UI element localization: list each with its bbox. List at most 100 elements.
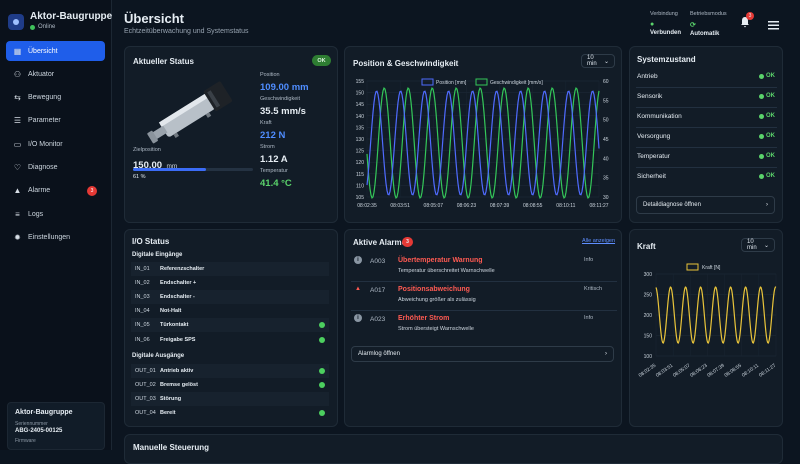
io-row: IN_05 Türkontakt <box>131 318 329 333</box>
io-row: IN_04 Not-Halt <box>131 304 329 318</box>
force-range-select[interactable]: 10 min ⌄ <box>741 238 775 252</box>
system-item-label: Versorgung <box>637 133 671 140</box>
system-panel: Systemzustand Antrieb OK Sensorik OK Kommuni… <box>629 46 783 223</box>
sidebar-item-logs[interactable]: ≡ Logs <box>6 204 105 224</box>
sync-icon: ⟳ <box>690 22 696 29</box>
legend-force-label: Kraft [N] <box>702 265 721 271</box>
progress-label: 61 % <box>133 174 146 180</box>
alarm-item[interactable]: i A003 Übertemperatur Warnung Temperatur üb… <box>345 255 623 281</box>
io-name: Referenzschalter <box>160 266 205 272</box>
target-label: Zielposition <box>133 147 161 153</box>
sidebar-item--bersicht[interactable]: ▦ Übersicht <box>6 41 105 61</box>
alarm-level: Kritisch <box>584 286 603 292</box>
x-tick: 08:06:23 <box>689 363 709 379</box>
io-name: Bereit <box>160 410 176 417</box>
diagnose-button[interactable]: Detaildiagnose öffnen › <box>636 196 775 214</box>
io-row: IN_03 Endschalter - <box>131 290 329 305</box>
hamburger-icon <box>768 21 779 30</box>
alarm-level: Info <box>584 257 594 263</box>
x-tick: 08:02:35 <box>638 363 658 379</box>
alarm-description: Abweichung größer als zulässig <box>398 297 476 303</box>
alarms-title: Aktive Alarme <box>353 238 407 247</box>
mode-value: ⟳ Automatik <box>690 21 719 37</box>
sidebar-item-i-o-monitor[interactable]: ▭ I/O Monitor <box>6 134 105 154</box>
nodes-icon: ⚇ <box>13 69 22 79</box>
led-on-icon <box>319 368 325 374</box>
status-ok: OK <box>759 73 775 79</box>
y-tick-left: 145 <box>356 102 365 108</box>
status-ok: OK <box>759 153 775 159</box>
force-panel: Kraft 10 min ⌄ 300 250 200 150 100 08:02:35 08:… <box>629 229 783 427</box>
x-tick: 08:11:27 <box>758 363 777 379</box>
divider <box>636 107 777 108</box>
system-item: Kommunikation OK <box>637 112 775 122</box>
sidebar-item-label: Bewegung <box>28 94 62 102</box>
io-name: Endschalter + <box>160 280 197 287</box>
alarm-title: Erhöhter Strom <box>398 315 450 322</box>
serial-label: Seriennummer <box>15 421 48 427</box>
io-row: IN_02 Endschalter + <box>131 276 329 290</box>
x-tick: 08:11:27 <box>589 203 608 209</box>
grid-icon: ▦ <box>13 46 22 56</box>
sidebar-item-alarme[interactable]: ▲ Alarme 3 <box>6 181 105 201</box>
sidebar-item-aktuator[interactable]: ⚇ Aktuator <box>6 64 105 84</box>
y-tick-left: 115 <box>356 172 364 178</box>
temperature-label: Temperatur <box>260 168 288 174</box>
x-tick: 08:02:35 <box>357 203 377 209</box>
legend-force-swatch <box>686 263 699 271</box>
legend-speed-label: Geschwindigkeit [mm/s] <box>490 80 543 86</box>
outputs-title: Digitale Ausgänge <box>132 353 185 359</box>
show-all-link[interactable]: Alle anzeigen <box>582 238 615 244</box>
system-item-label: Sicherheit <box>637 173 666 180</box>
sidebar-item-einstellungen[interactable]: ✹ Einstellungen <box>6 227 105 247</box>
sidebar-item-label: Alarme <box>28 187 51 195</box>
connection-text: Verbunden <box>650 30 682 36</box>
force-value: 212 N <box>260 130 286 141</box>
chevron-down-icon: ⌄ <box>763 242 769 249</box>
online-dot-icon <box>30 24 35 30</box>
manual-control-panel: Manuelle Steuerung <box>124 434 783 464</box>
io-name: Bremse gelöst <box>160 382 198 389</box>
led-on-icon <box>319 322 325 329</box>
move-icon: ⇆ <box>14 93 21 103</box>
x-tick: 08:03:51 <box>390 203 410 209</box>
current-label: Strom <box>260 144 275 150</box>
y-tick: 200 <box>644 313 653 319</box>
y-tick-right: 60 <box>603 79 609 85</box>
range-text: 10 min <box>587 55 597 67</box>
y-tick-left: 120 <box>356 160 365 166</box>
legend-speed-swatch <box>475 78 488 86</box>
position-range-select[interactable]: 10 min ⌄ <box>581 54 615 68</box>
sidebar-item-label: Übersicht <box>28 47 58 55</box>
alarm-item[interactable]: i A023 Erhöhter Strom Strom übersteigt Warn… <box>345 313 623 339</box>
io-row: IN_01 Referenzschalter <box>131 262 329 276</box>
status-ok: OK <box>759 173 775 179</box>
alarm-item[interactable]: ▲ A017 Positionsabweichung Abweichung größe… <box>345 284 623 310</box>
sidebar-item-bewegung[interactable]: ⇆ Bewegung <box>6 88 105 108</box>
io-row: OUT_02 Bremse gelöst <box>131 378 329 392</box>
ok-icon <box>759 113 764 119</box>
brand: Aktor-Baugruppe Online <box>8 11 112 35</box>
menu-button[interactable] <box>768 17 779 30</box>
y-tick-left: 155 <box>356 79 365 85</box>
alarmlog-button[interactable]: Alarmlog öffnen › <box>351 346 614 362</box>
position-chart: 155 150 145 140 135 130 125 120 115 110 105 60 55 50 4… <box>356 78 609 209</box>
io-row: OUT_01 Antrieb aktiv <box>131 364 329 378</box>
sidebar-item-label: Einstellungen <box>28 233 71 241</box>
mode-label: Betriebsmodus <box>690 11 727 17</box>
divider <box>351 310 617 311</box>
y-tick: 250 <box>644 293 653 299</box>
x-tick: 08:07:39 <box>706 363 726 379</box>
progress-fill <box>133 168 207 171</box>
io-id: IN_01 <box>135 266 150 272</box>
y-tick-left: 105 <box>356 195 365 201</box>
connection-status: Online <box>30 24 55 30</box>
status-panel: Aktueller Status OK Position 109.00 mm G… <box>124 46 338 223</box>
notifications-button[interactable]: 3 <box>739 12 754 29</box>
y-tick: 100 <box>644 354 653 360</box>
sidebar-item-parameter[interactable]: ☰ Parameter <box>6 111 105 131</box>
status-badge: OK <box>312 55 331 66</box>
sidebar-item-diagnose[interactable]: ♡ Diagnose <box>6 158 105 178</box>
actuator-image <box>147 81 232 144</box>
system-item-label: Sensorik <box>637 93 663 100</box>
